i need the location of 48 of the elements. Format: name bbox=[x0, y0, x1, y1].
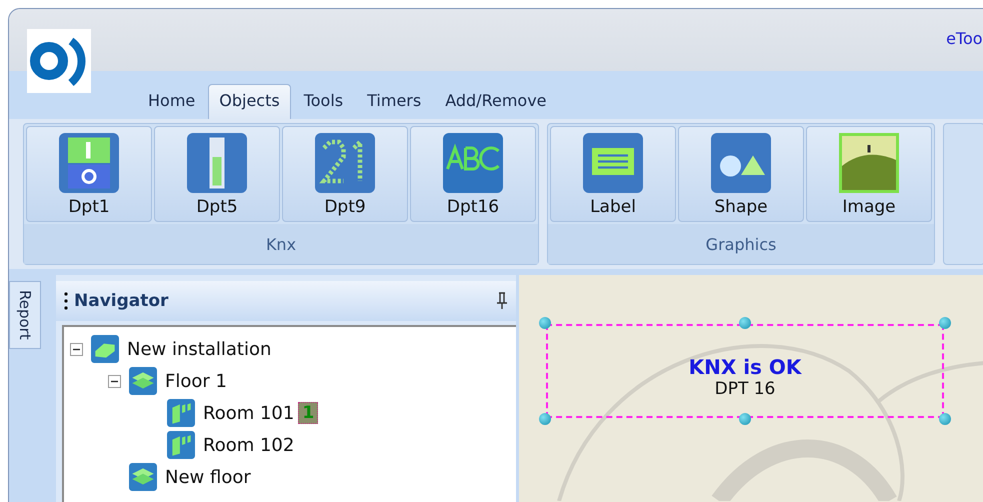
house-block-icon bbox=[91, 335, 119, 363]
landscape-picture-icon bbox=[839, 133, 899, 193]
ribbon-button[interactable]: Dpt16 bbox=[410, 126, 536, 222]
label-caption: DPT 16 bbox=[714, 379, 776, 399]
ribbon-button[interactable]: Image bbox=[806, 126, 932, 222]
resize-handle[interactable] bbox=[739, 317, 751, 329]
count-badge: 1 bbox=[298, 402, 318, 424]
collapse-toggle[interactable] bbox=[70, 342, 83, 356]
toggle-switch-icon bbox=[59, 133, 119, 193]
door-icon bbox=[167, 399, 195, 427]
report-tab[interactable]: Report bbox=[9, 281, 41, 349]
group-label: Graphics bbox=[548, 224, 934, 264]
label-text: KNX is OK bbox=[688, 355, 802, 379]
door-icon bbox=[167, 431, 195, 459]
resize-handle[interactable] bbox=[939, 317, 951, 329]
group-label: Knx bbox=[24, 224, 538, 264]
ribbon-tab[interactable]: Home bbox=[137, 84, 206, 119]
logo-icon bbox=[27, 29, 91, 93]
window-title: eTool bbox=[946, 29, 983, 48]
ribbon-tab[interactable]: Add/Remove bbox=[434, 84, 558, 119]
text-display-icon bbox=[443, 133, 503, 193]
resize-handle[interactable] bbox=[939, 413, 951, 425]
resize-handle[interactable] bbox=[539, 413, 551, 425]
level-bar-icon bbox=[187, 133, 247, 193]
ribbon-tab[interactable]: Objects bbox=[208, 84, 291, 119]
resize-handle[interactable] bbox=[539, 317, 551, 329]
tree-item[interactable]: New installation bbox=[127, 338, 272, 360]
tree-item[interactable]: New floor bbox=[165, 466, 251, 488]
ribbon-button[interactable]: Shape bbox=[678, 126, 804, 222]
ribbon-tab[interactable]: Timers bbox=[356, 84, 432, 119]
shapes-icon bbox=[711, 133, 771, 193]
tree-item[interactable]: Room 102 bbox=[203, 434, 294, 456]
ribbon-button[interactable]: Dpt1 bbox=[26, 126, 152, 222]
ribbon-button[interactable]: Label bbox=[550, 126, 676, 222]
ribbon-tab[interactable]: Tools bbox=[292, 84, 354, 119]
collapse-toggle[interactable] bbox=[108, 374, 121, 388]
pin-icon[interactable] bbox=[496, 292, 508, 310]
grip-icon bbox=[64, 291, 68, 311]
layers-icon bbox=[129, 463, 157, 491]
resize-handle[interactable] bbox=[739, 413, 751, 425]
label-icon bbox=[583, 133, 643, 193]
dot-matrix-digits-icon bbox=[315, 133, 375, 193]
tree-item[interactable]: Room 101 bbox=[203, 402, 294, 424]
panel-title: Navigator bbox=[74, 291, 170, 311]
tree-item[interactable]: Floor 1 bbox=[165, 370, 227, 392]
ribbon-button[interactable]: Dpt5 bbox=[154, 126, 280, 222]
layers-icon bbox=[129, 367, 157, 395]
ribbon-button[interactable]: Dpt9 bbox=[282, 126, 408, 222]
